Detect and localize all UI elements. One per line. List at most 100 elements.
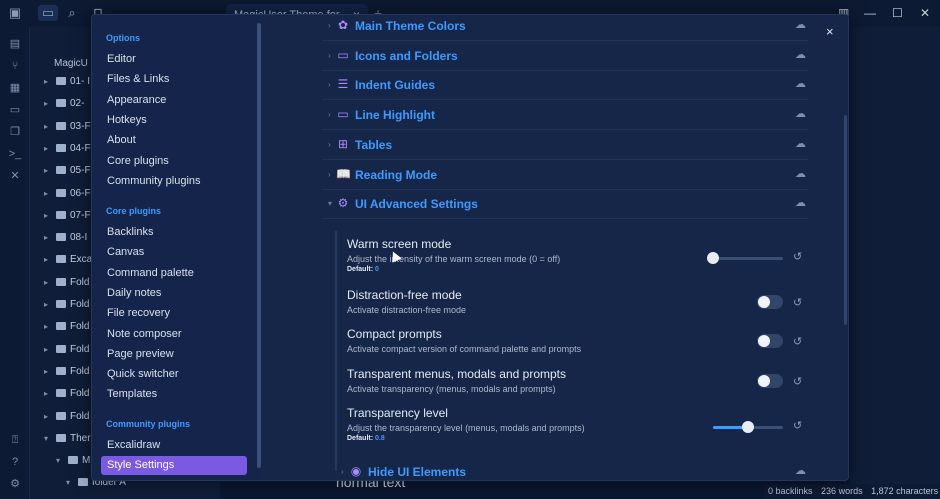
- reset-icon[interactable]: ↺: [793, 375, 802, 388]
- section-hide-ui-elements[interactable]: › ◉ Hide UI Elements ☁: [335, 458, 808, 480]
- toggle-switch[interactable]: [757, 295, 783, 309]
- chevron-icon[interactable]: ▸: [44, 345, 54, 354]
- chevron-icon[interactable]: ›: [328, 21, 331, 30]
- nav-item-style-settings[interactable]: Style Settings: [101, 456, 247, 476]
- chevron-icon[interactable]: ▸: [44, 144, 54, 153]
- chevron-icon[interactable]: ▸: [44, 412, 54, 421]
- nav-item-community-plugins[interactable]: Community plugins: [101, 172, 247, 191]
- help-icon[interactable]: ⍰: [7, 432, 23, 448]
- export-icon[interactable]: ☁: [795, 48, 806, 61]
- tools-icon[interactable]: ✕: [7, 168, 23, 184]
- chevron-icon[interactable]: ›: [341, 467, 344, 476]
- chevron-icon[interactable]: ▸: [44, 233, 54, 242]
- reset-icon[interactable]: ↺: [793, 250, 802, 263]
- nav-item-core-plugins[interactable]: Core plugins: [101, 152, 247, 171]
- chevron-icon[interactable]: ▸: [44, 255, 54, 264]
- reset-icon[interactable]: ↺: [793, 296, 802, 309]
- tree-item[interactable]: ▸ Fold: [44, 277, 89, 293]
- chevron-icon[interactable]: ▸: [44, 300, 54, 309]
- tree-item[interactable]: ▸ 01- I: [44, 76, 90, 92]
- settings-icon[interactable]: ⚙: [7, 476, 23, 492]
- export-icon[interactable]: ☁: [795, 107, 806, 120]
- chevron-icon[interactable]: ▸: [44, 122, 54, 131]
- nav-item-canvas[interactable]: Canvas: [101, 243, 247, 262]
- reset-icon[interactable]: ↺: [793, 335, 802, 348]
- tree-item[interactable]: ▸ Fold: [44, 388, 89, 404]
- nav-item-file-recovery[interactable]: File recovery: [101, 304, 247, 323]
- chevron-icon[interactable]: ›: [328, 170, 331, 179]
- chevron-icon[interactable]: ›: [328, 140, 331, 149]
- chevron-icon[interactable]: ▾: [44, 434, 54, 443]
- nav-item-backlinks[interactable]: Backlinks: [101, 223, 247, 242]
- nav-item-templates[interactable]: Templates: [101, 385, 247, 404]
- section-icons-and-folders[interactable]: › ▭ Icons and Folders ☁: [322, 42, 808, 71]
- blocks-icon[interactable]: ▦: [7, 80, 23, 96]
- minimize-icon[interactable]: —: [864, 6, 876, 20]
- folder-icon[interactable]: ▭: [38, 5, 58, 21]
- nav-item-about[interactable]: About: [101, 131, 247, 150]
- slider-thumb[interactable]: [742, 421, 754, 433]
- chevron-icon[interactable]: ▾: [66, 478, 76, 487]
- tree-item[interactable]: ▸ Fold: [44, 411, 89, 427]
- close-window-icon[interactable]: ✕: [920, 6, 930, 20]
- tree-item[interactable]: ▾ M: [56, 455, 90, 471]
- chevron-icon[interactable]: ›: [328, 80, 331, 89]
- nav-item-page-preview[interactable]: Page preview: [101, 345, 247, 364]
- section-indent-guides[interactable]: › ☰ Indent Guides ☁: [322, 71, 808, 101]
- section-reading-mode[interactable]: › 📖 Reading Mode ☁: [322, 161, 808, 190]
- section-tables[interactable]: › ⊞ Tables ☁: [322, 131, 808, 160]
- chevron-icon[interactable]: ▸: [44, 166, 54, 175]
- nav-item-quick-switcher[interactable]: Quick switcher: [101, 365, 247, 384]
- nav-item-hotkeys[interactable]: Hotkeys: [101, 111, 247, 130]
- graph-icon[interactable]: ⑂: [7, 58, 23, 74]
- file-icon[interactable]: ▤: [7, 36, 23, 52]
- slider-track[interactable]: [707, 252, 783, 264]
- chevron-icon[interactable]: ▸: [44, 99, 54, 108]
- reset-icon[interactable]: ↺: [793, 419, 802, 432]
- toggle-switch[interactable]: [757, 374, 783, 388]
- tree-item[interactable]: ▸ 02-: [44, 98, 84, 114]
- tree-item[interactable]: ▾ Ther: [44, 433, 91, 449]
- nav-item-files-links[interactable]: Files & Links: [101, 70, 247, 89]
- nav-item-editor[interactable]: Editor: [101, 50, 247, 69]
- export-icon[interactable]: ☁: [795, 196, 806, 209]
- search-icon[interactable]: ⌕: [64, 5, 80, 21]
- tree-item[interactable]: ▸ Fold: [44, 366, 89, 382]
- status-backlinks[interactable]: 0 backlinks: [768, 486, 813, 496]
- tree-item[interactable]: ▸ 05-F: [44, 165, 91, 181]
- section-ui-advanced-settings[interactable]: ▾ ⚙ UI Advanced Settings ☁: [322, 190, 808, 220]
- sidebar-scrollbar[interactable]: [257, 23, 261, 468]
- slider-track[interactable]: [713, 421, 783, 433]
- tree-item[interactable]: ▸ Fold: [44, 321, 89, 337]
- maximize-icon[interactable]: ☐: [892, 6, 903, 20]
- tree-item[interactable]: ▸ Exca: [44, 254, 92, 270]
- chevron-icon[interactable]: ▾: [328, 199, 332, 208]
- copy-icon[interactable]: ❐: [7, 124, 23, 140]
- content-scrollbar[interactable]: [844, 115, 847, 325]
- chevron-icon[interactable]: ▸: [44, 389, 54, 398]
- chevron-icon[interactable]: ▾: [56, 456, 66, 465]
- nav-item-excalidraw[interactable]: Excalidraw: [101, 436, 247, 455]
- sidebar-scrollbar-thumb[interactable]: [257, 23, 261, 468]
- section-line-highlight[interactable]: › ▭ Line Highlight ☁: [322, 101, 808, 131]
- toggle-switch[interactable]: [757, 334, 783, 348]
- calendar-icon[interactable]: ▭: [7, 102, 23, 118]
- chevron-icon[interactable]: ▸: [44, 189, 54, 198]
- export-icon[interactable]: ☁: [795, 77, 806, 90]
- tree-item[interactable]: ▸ 04-F: [44, 143, 91, 159]
- export-icon[interactable]: ☁: [795, 167, 806, 180]
- chevron-icon[interactable]: ›: [328, 110, 331, 119]
- nav-item-daily-notes[interactable]: Daily notes: [101, 284, 247, 303]
- tree-item[interactable]: ▸ 08-I: [44, 232, 87, 248]
- sidebar-toggle-icon[interactable]: ▣: [7, 5, 23, 21]
- nav-item-command-palette[interactable]: Command palette: [101, 264, 247, 283]
- tree-item[interactable]: ▸ Fold: [44, 344, 89, 360]
- nav-item-appearance[interactable]: Appearance: [101, 91, 247, 110]
- slider-thumb[interactable]: [707, 252, 719, 264]
- terminal-icon[interactable]: >_: [7, 146, 23, 162]
- tree-item[interactable]: ▸ Fold: [44, 299, 89, 315]
- chevron-icon[interactable]: ▸: [44, 367, 54, 376]
- close-icon[interactable]: ×: [826, 24, 834, 39]
- section-main-theme-colors[interactable]: › ✿ Main Theme Colors ☁: [322, 15, 808, 41]
- chevron-icon[interactable]: ▸: [44, 278, 54, 287]
